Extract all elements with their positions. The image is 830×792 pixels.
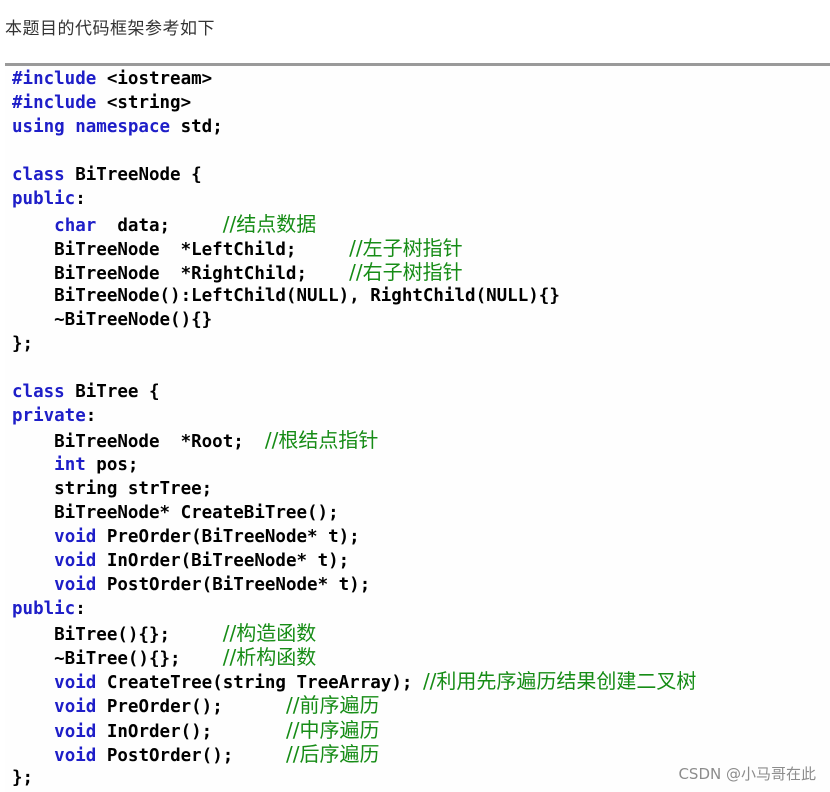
code-text: : [85, 406, 97, 427]
code-line: void PreOrder(BiTreeNode* t); [12, 525, 696, 549]
code-text: BiTree(){}; [12, 625, 223, 646]
code-keyword: void [54, 745, 97, 766]
code-text: CreateTree(string TreeArray); [96, 673, 423, 694]
code-keyword: public [12, 189, 76, 210]
code-text: data; [96, 215, 223, 236]
code-keyword: class [12, 165, 65, 186]
code-comment: //右子树指针 [349, 259, 463, 284]
code-text: pos; [85, 454, 139, 475]
code-text: BiTreeNode():LeftChild(NULL), RightChild… [12, 285, 560, 306]
code-line: void CreateTree(string TreeArray); //利用先… [12, 669, 696, 693]
code-line: using namespace std; [12, 115, 696, 139]
code-line: BiTree(){}; //构造函数 [12, 621, 696, 645]
code-text: PostOrder(BiTreeNode* t); [96, 574, 371, 595]
code-line: void PostOrder(); //后序遍历 [12, 742, 696, 766]
code-line: public: [12, 597, 696, 621]
code-line: string strTree; [12, 477, 696, 501]
code-line: private: [12, 404, 696, 428]
code-text: BiTreeNode *RightChild; [12, 263, 350, 284]
code-line: class BiTree { [12, 380, 696, 404]
code-text: InOrder(); [96, 721, 286, 742]
code-keyword: void [54, 574, 97, 595]
code-line: void InOrder(BiTreeNode* t); [12, 549, 696, 573]
code-comment: //结点数据 [222, 211, 317, 236]
code-comment: //中序遍历 [285, 717, 380, 742]
code-comment: //后序遍历 [285, 741, 380, 766]
code-keyword: void [54, 697, 97, 718]
code-text: <iostream> [96, 69, 213, 89]
code-block: #include <iostream> #include <string> usin… [5, 63, 830, 792]
code-keyword: private [12, 406, 86, 427]
code-keyword: void [54, 526, 97, 547]
code-keyword: using namespace [12, 117, 171, 138]
code-line: ~BiTree(){}; //析构函数 [12, 645, 696, 669]
code-keyword: class [12, 382, 65, 403]
code-line: void PreOrder(); //前序遍历 [12, 693, 696, 717]
code-comment: //利用先序遍历结果创建二叉树 [422, 669, 697, 694]
code-line: BiTreeNode* CreateBiTree(); [12, 501, 696, 525]
code-keyword: void [54, 550, 97, 571]
code-text: ~BiTree(){}; [12, 649, 223, 670]
code-text: PreOrder(); [96, 697, 286, 718]
code-comment: //左子树指针 [349, 235, 463, 260]
code-line: }; [12, 766, 696, 790]
intro-text: 本题目的代码框架参考如下 [5, 19, 215, 39]
code-line: class BiTreeNode { [12, 163, 696, 187]
code-text: <string> [96, 93, 192, 114]
code-line: BiTreeNode():LeftChild(NULL), RightChild… [12, 284, 696, 308]
code-keyword: void [54, 721, 97, 742]
code-line: char data; //结点数据 [12, 212, 696, 236]
code-text: BiTreeNode *Root; [12, 432, 265, 453]
code-text: BiTreeNode { [64, 165, 202, 186]
code-comment: //析构函数 [222, 645, 317, 670]
code-line: void PostOrder(BiTreeNode* t); [12, 573, 696, 597]
code-text: BiTreeNode *LeftChild; [12, 239, 350, 260]
code-line: #include <iostream> [12, 67, 696, 91]
code-keyword: int [54, 454, 86, 475]
code-comment: //根结点指针 [264, 428, 379, 453]
code-text: }; [12, 334, 34, 355]
code-lines: #include <iostream> #include <string> usin… [12, 67, 696, 790]
code-text: : [75, 599, 86, 620]
code-text: BiTree { [64, 382, 160, 403]
code-comment: //构造函数 [222, 621, 317, 646]
code-keyword: public [12, 599, 76, 620]
code-text: PostOrder(); [96, 745, 286, 766]
code-line: BiTreeNode *LeftChild; //左子树指针 [12, 236, 696, 260]
code-keyword: #include [12, 69, 97, 89]
code-keyword: char [54, 215, 97, 236]
code-text: : [75, 189, 86, 210]
code-line: BiTreeNode *Root; //根结点指针 [12, 428, 696, 452]
code-line: int pos; [12, 453, 696, 477]
code-line: #include <string> [12, 91, 696, 115]
code-keyword: void [54, 673, 97, 694]
code-line: public: [12, 187, 696, 211]
code-line: }; [12, 332, 696, 356]
watermark: CSDN @小马哥在此 [678, 765, 816, 783]
code-line: BiTreeNode *RightChild; //右子树指针 [12, 260, 696, 284]
code-line: void InOrder(); //中序遍历 [12, 718, 696, 742]
code-text: PreOrder(BiTreeNode* t); [96, 526, 360, 547]
code-text: InOrder(BiTreeNode* t); [96, 550, 350, 571]
code-text: std; [170, 117, 223, 138]
code-text: BiTreeNode* CreateBiTree(); [12, 502, 339, 523]
code-text: }; [12, 767, 34, 788]
code-text: string strTree; [12, 478, 213, 499]
code-keyword: #include [12, 93, 97, 114]
code-comment: //前序遍历 [285, 693, 380, 718]
code-line: ~BiTreeNode(){} [12, 308, 696, 332]
code-text: ~BiTreeNode(){} [12, 309, 213, 330]
